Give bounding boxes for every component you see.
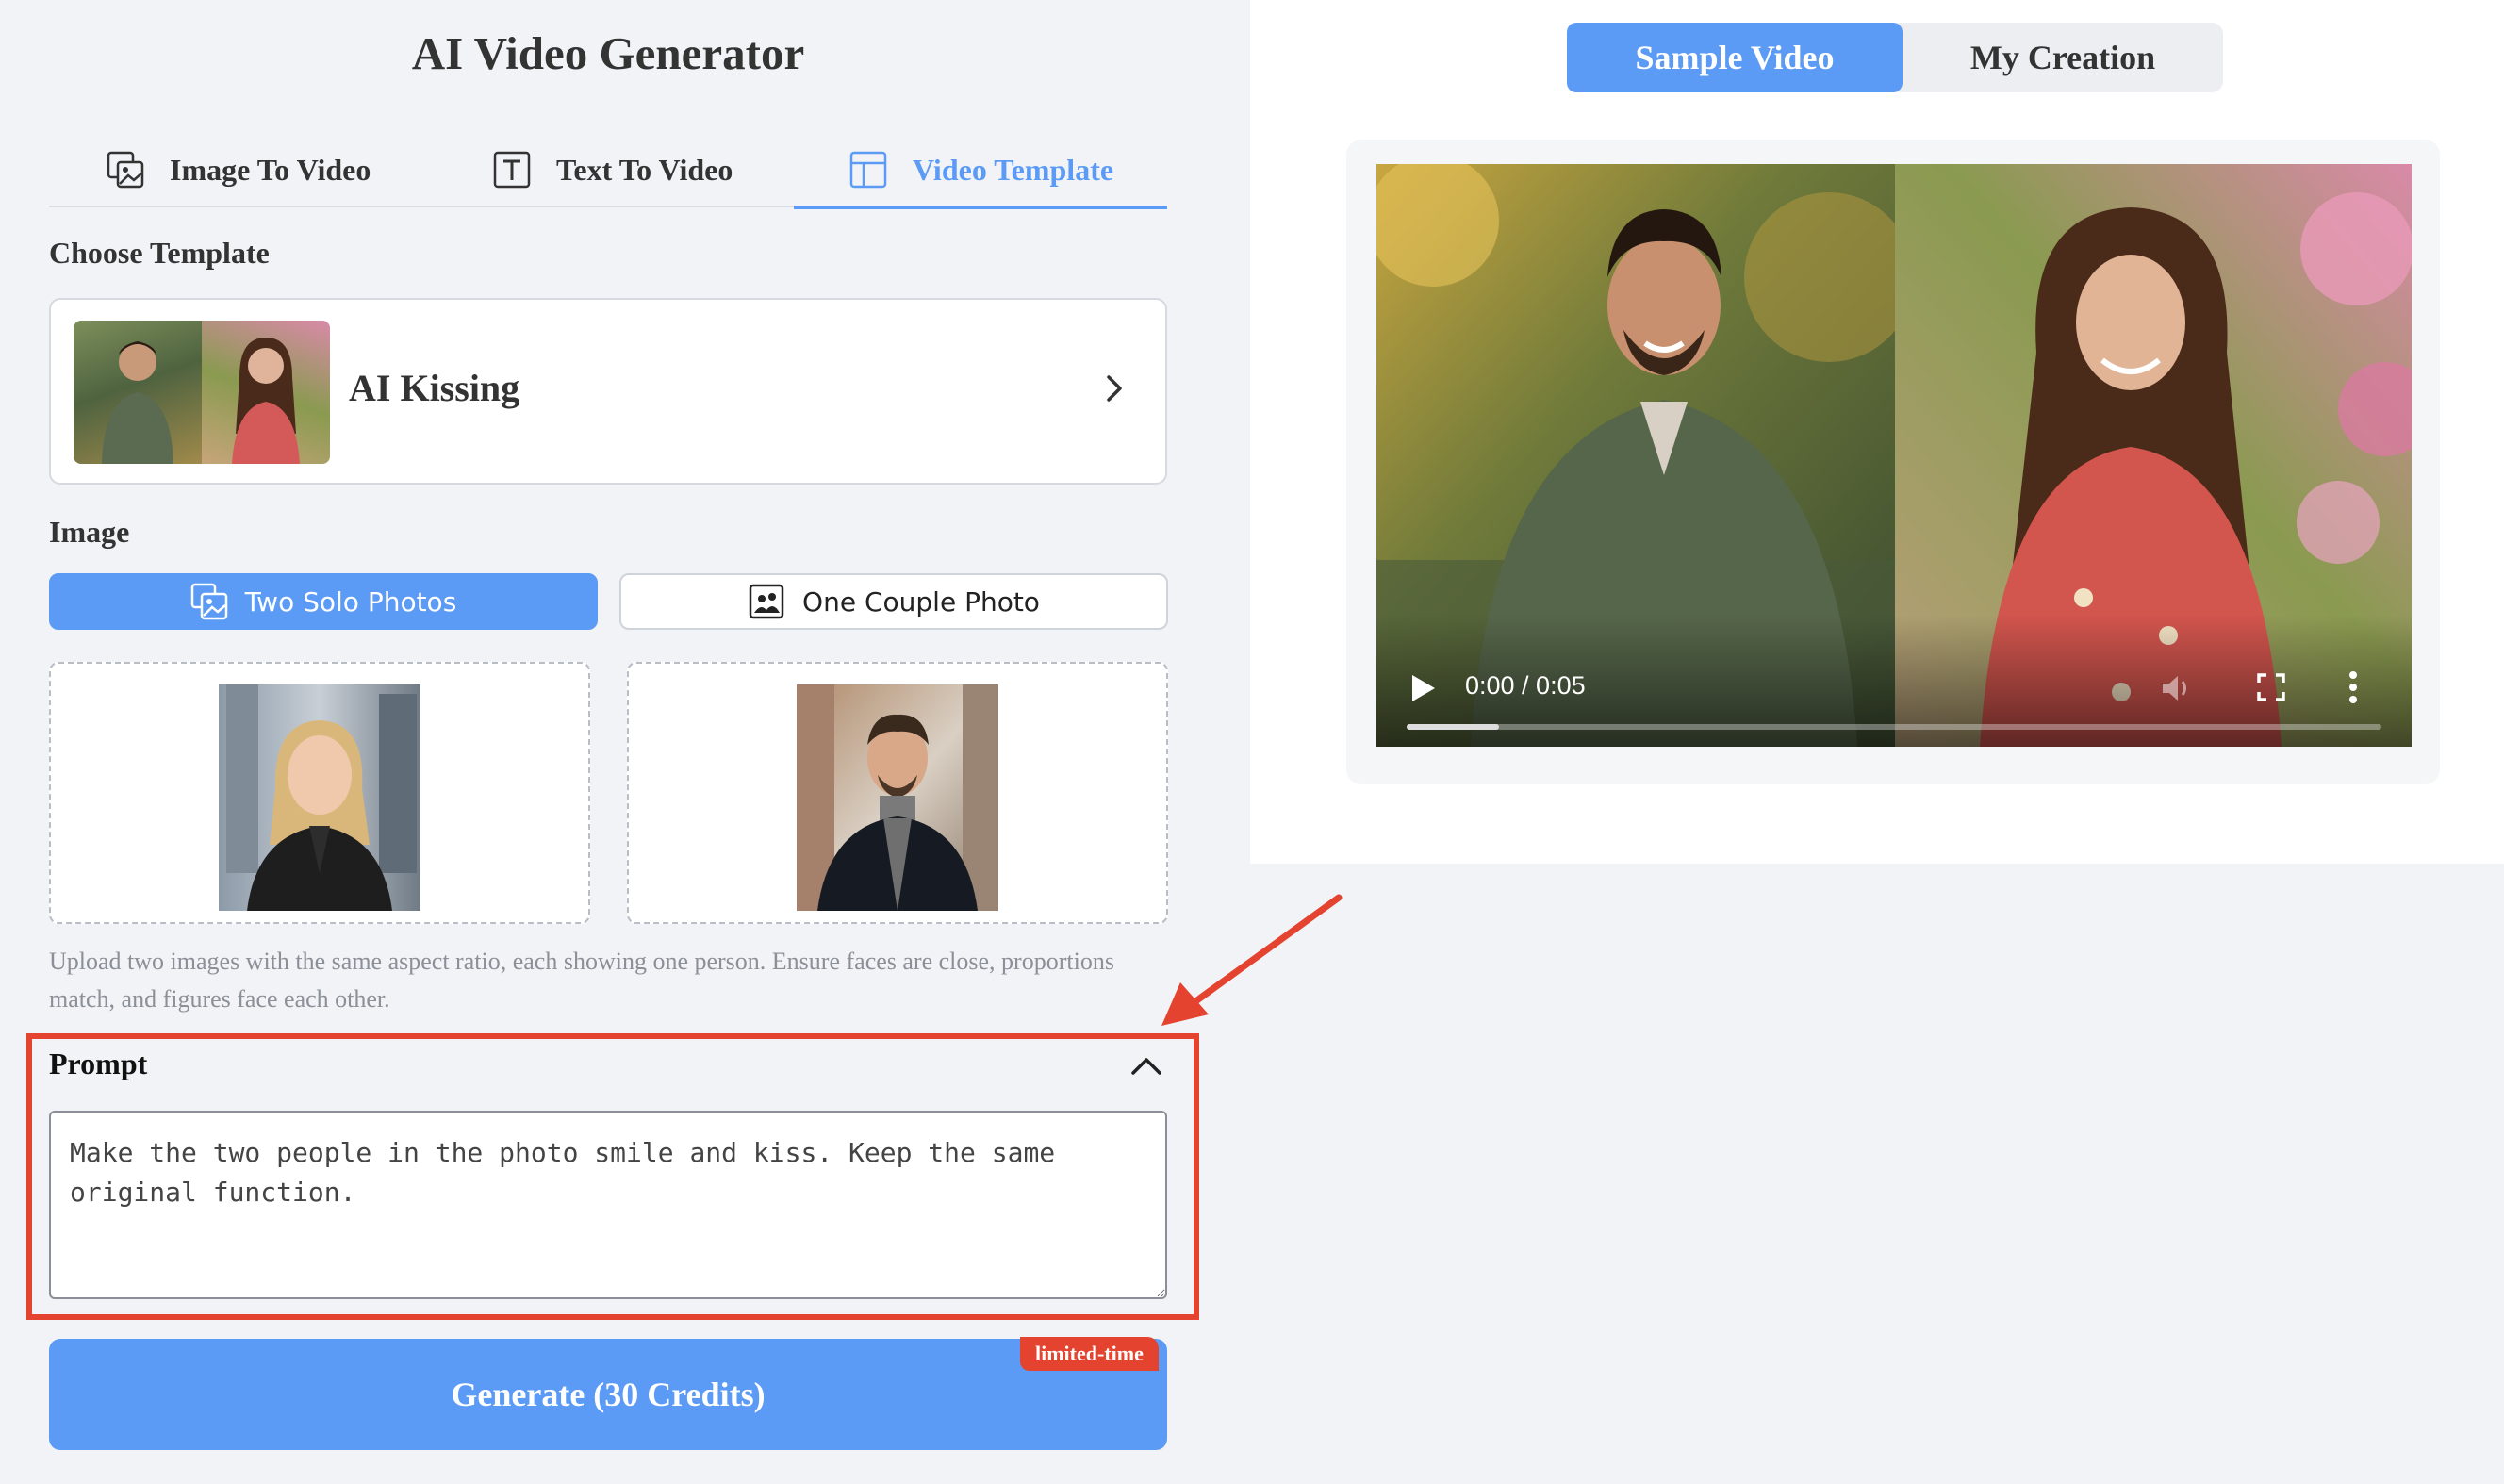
couple-photo-icon (749, 584, 784, 619)
video-time: 0:00 / 0:05 (1465, 671, 1586, 700)
button-label: One Couple Photo (802, 585, 1040, 618)
choose-template-label: Choose Template (49, 236, 270, 270)
video-progress-fill (1407, 724, 1500, 730)
generator-panel: AI Video Generator Image To Video Text T… (0, 0, 1343, 1484)
chevron-up-icon[interactable] (1126, 1045, 1167, 1086)
upload-slot-first[interactable] (49, 662, 590, 924)
volume-icon[interactable] (2157, 669, 2195, 707)
two-photos-icon (190, 583, 227, 620)
text-icon (493, 151, 531, 189)
tab-video-template[interactable]: Video Template (848, 132, 1113, 207)
upload-hint: Upload two images with the same aspect r… (49, 948, 1114, 1013)
template-selector[interactable]: AI Kissing (49, 298, 1167, 485)
uploaded-photo-woman (219, 684, 420, 911)
upload-slot-second[interactable] (627, 662, 1168, 924)
annotation-arrow (1161, 894, 1343, 1026)
preview-tabs: Sample Video My Creation (1567, 23, 2223, 92)
tab-sample-video[interactable]: Sample Video (1567, 23, 1903, 92)
tab-label: Image To Video (170, 152, 371, 187)
one-couple-photo-button[interactable]: One Couple Photo (619, 573, 1168, 630)
image-section-label: Image (49, 515, 130, 549)
tab-my-creation[interactable]: My Creation (1903, 23, 2223, 92)
two-solo-photos-button[interactable]: Two Solo Photos (49, 573, 598, 630)
tab-label: Text To Video (556, 152, 733, 187)
more-options-icon[interactable] (2348, 669, 2359, 705)
generate-label: Generate (30 Credits) (451, 1376, 766, 1413)
prompt-label: Prompt (49, 1047, 148, 1080)
preview-panel: Sample Video My Creation 0:00 / 0:05 (1250, 0, 2504, 864)
tab-image-to-video[interactable]: Image To Video (106, 132, 371, 207)
video-controls: 0:00 / 0:05 (1376, 615, 2412, 747)
limited-time-badge: limited-time (1020, 1337, 1159, 1371)
fullscreen-icon[interactable] (2255, 671, 2287, 703)
tab-text-to-video[interactable]: Text To Video (492, 132, 733, 207)
uploaded-photo-man (797, 684, 998, 911)
prompt-input[interactable] (49, 1111, 1167, 1299)
page-title: AI Video Generator (411, 27, 805, 79)
play-icon[interactable] (1408, 673, 1437, 703)
tab-label: Video Template (913, 152, 1114, 187)
chevron-right-icon (1107, 375, 1122, 402)
generate-button[interactable]: Generate (30 Credits) (49, 1339, 1167, 1450)
template-name: AI Kissing (349, 367, 520, 409)
template-thumbnail (74, 321, 330, 464)
video-progress-bar[interactable] (1407, 724, 2381, 730)
image-to-video-icon (107, 151, 144, 189)
template-icon (849, 151, 887, 189)
button-label: Two Solo Photos (244, 585, 457, 618)
video-player[interactable]: 0:00 / 0:05 (1376, 164, 2412, 747)
mode-tabs: Image To Video Text To Video Video Templ… (49, 132, 1167, 209)
active-tab-indicator (794, 206, 1167, 209)
